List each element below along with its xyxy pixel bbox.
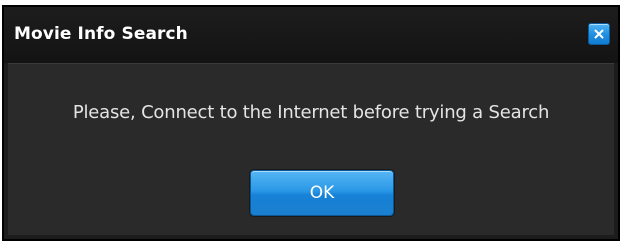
ok-button[interactable]: OK [250, 170, 394, 216]
dialog-body: Please, Connect to the Internet before t… [8, 63, 614, 235]
movie-info-search-dialog: Movie Info Search Please, Connect to the… [2, 5, 620, 241]
dialog-titlebar: Movie Info Search [4, 7, 618, 63]
dialog-title: Movie Info Search [14, 24, 188, 44]
close-icon [594, 29, 604, 39]
dialog-message: Please, Connect to the Internet before t… [72, 102, 550, 123]
close-button[interactable] [588, 23, 610, 45]
